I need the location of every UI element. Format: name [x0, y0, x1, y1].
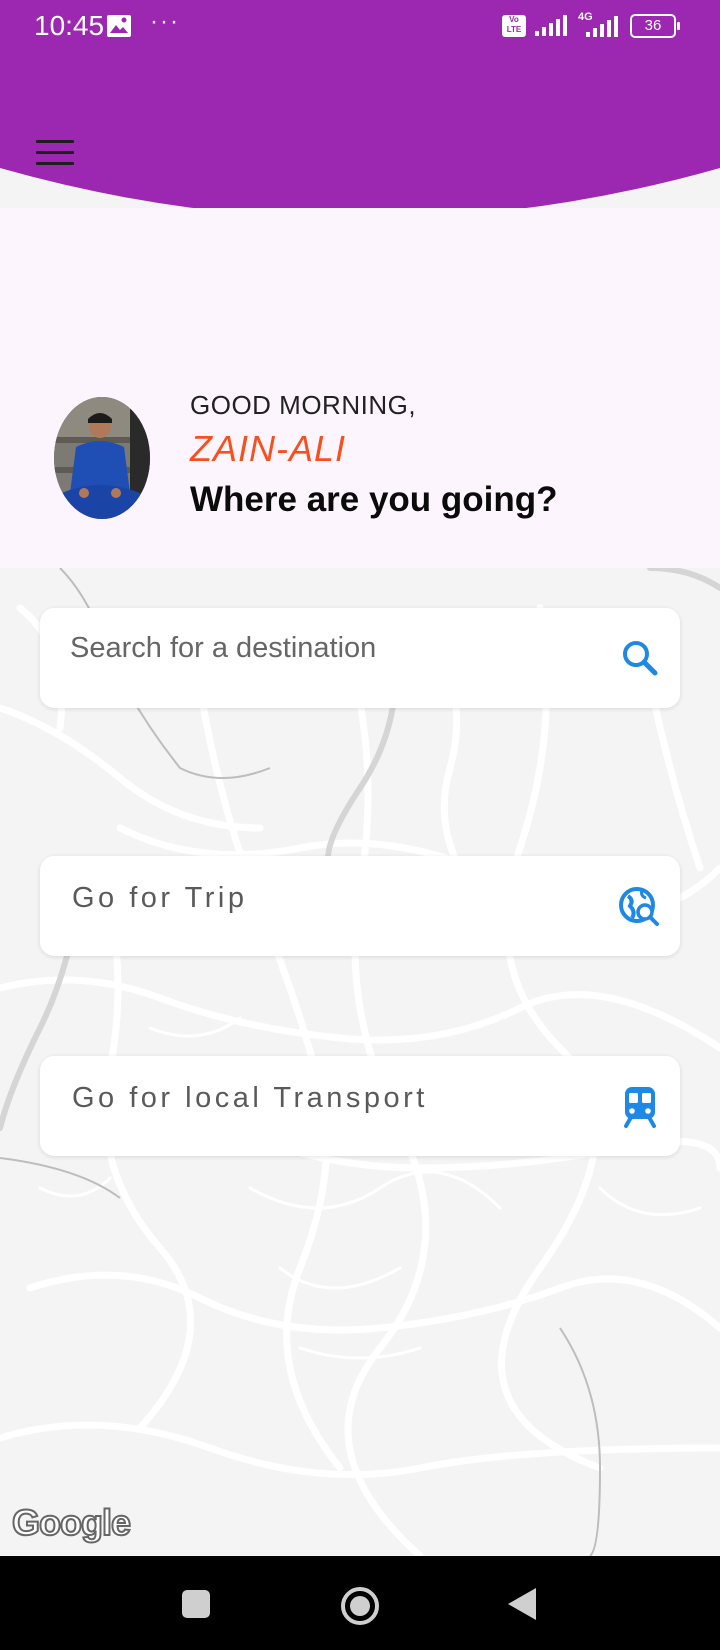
go-for-local-transport-button[interactable]: Go for local Transport	[40, 1056, 680, 1156]
navigation-bar	[0, 1556, 720, 1650]
google-logo[interactable]: Google	[11, 1501, 132, 1544]
status-icons: Vo LTE 4G 36	[502, 11, 680, 38]
go-for-trip-button[interactable]: Go for Trip	[40, 856, 680, 956]
battery-icon: 36	[630, 14, 680, 38]
profile-photo	[54, 397, 150, 519]
where-going-heading: Where are you going?	[190, 480, 558, 519]
search-icon[interactable]	[618, 636, 662, 680]
volte-icon: Vo LTE	[502, 15, 526, 37]
network-4g-signal: 4G	[576, 11, 622, 38]
search-input[interactable]: Search for a destination	[70, 632, 376, 665]
search-bar[interactable]: Search for a destination	[40, 608, 680, 708]
recents-square-icon[interactable]	[182, 1590, 210, 1618]
gallery-notification-icon	[107, 15, 131, 37]
local-transport-label: Go for local Transport	[72, 1082, 428, 1114]
go-for-trip-label: Go for Trip	[72, 882, 248, 914]
menu-line	[36, 151, 74, 154]
travel-explore-icon	[619, 887, 659, 926]
status-bar: 10:45 ··· Vo LTE 4G 36	[0, 0, 720, 56]
hamburger-menu-icon[interactable]	[36, 140, 74, 170]
greeting-salutation: GOOD MORNING,	[190, 390, 417, 420]
signal-4g-icon	[586, 16, 618, 37]
avatar[interactable]	[54, 397, 150, 519]
status-time: 10:45	[34, 10, 105, 41]
menu-line	[36, 140, 74, 143]
menu-line	[36, 162, 74, 165]
signal-icon	[535, 15, 567, 36]
user-name: ZAIN-ALI	[190, 428, 347, 469]
more-notifications-icon: ···	[150, 8, 180, 35]
home-circle-icon[interactable]	[341, 1587, 379, 1625]
back-triangle-icon[interactable]	[508, 1588, 536, 1620]
train-icon	[624, 1087, 656, 1128]
